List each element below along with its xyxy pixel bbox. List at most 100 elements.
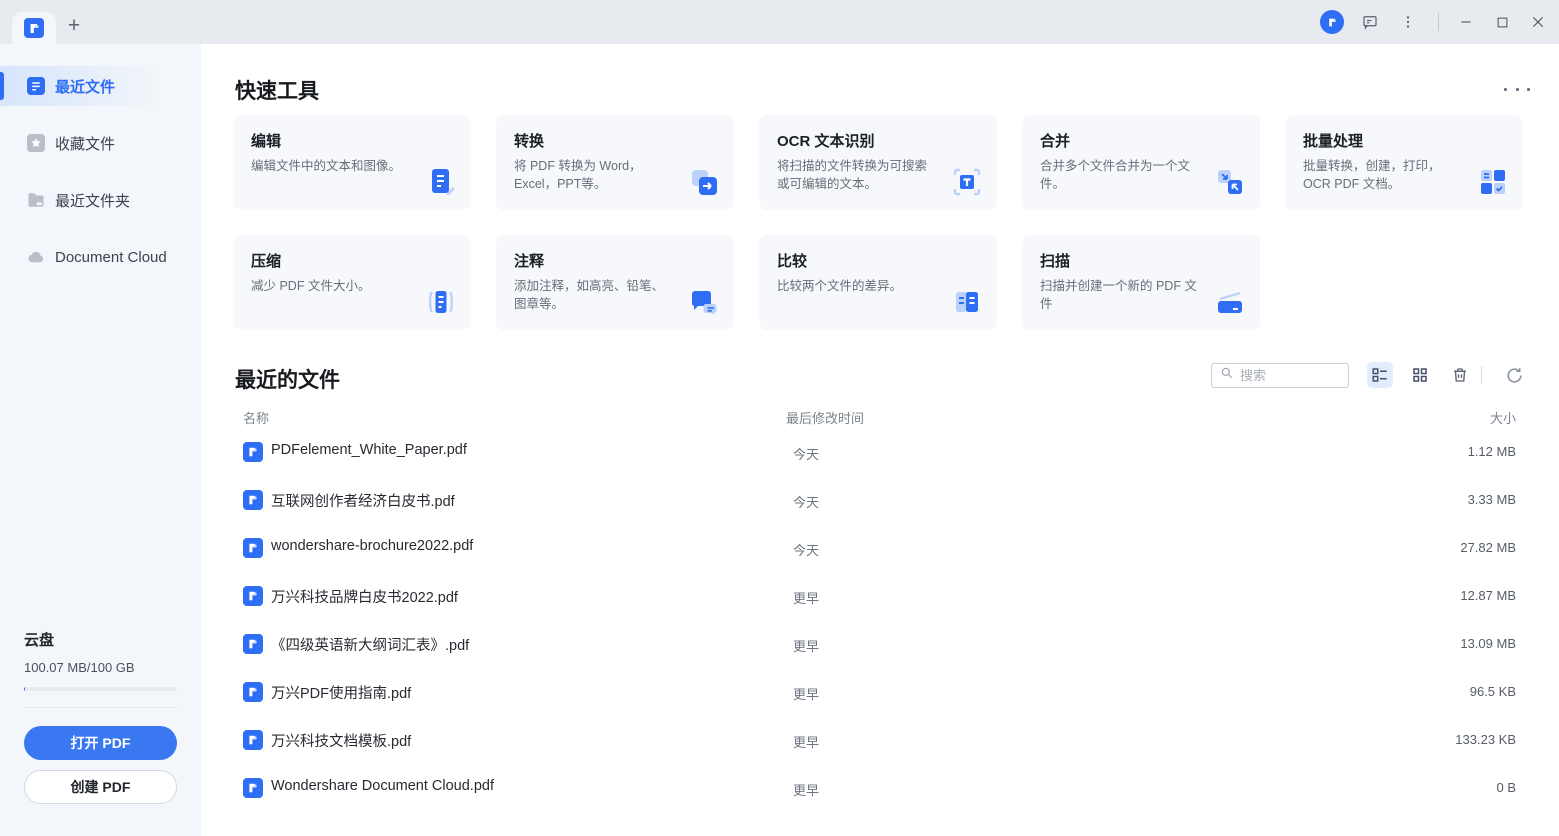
file-row[interactable]: 互联网创作者经济白皮书.pdf 今天 3.33 MB (201, 476, 1559, 524)
recent-files-header: 名称 最后修改时间 大小 (201, 408, 1559, 428)
sidebar-item-label: 最近文件夹 (55, 190, 130, 211)
file-size: 27.82 MB (1460, 540, 1516, 555)
grid-view-icon[interactable] (1407, 362, 1433, 388)
scan-icon (1214, 286, 1246, 318)
file-name: PDFelement_White_Paper.pdf (271, 442, 467, 458)
more-menu-icon[interactable] (1396, 10, 1420, 34)
file-name: 万兴科技品牌白皮书2022.pdf (271, 586, 458, 607)
merge-icon (1214, 166, 1246, 198)
card-description: 扫描并创建一个新的 PDF 文件 (1040, 277, 1200, 313)
file-name: 万兴PDF使用指南.pdf (271, 682, 411, 703)
quick-tool-card-annotate[interactable]: 注释添加注释，如高亮、铅笔、图章等。 (496, 235, 734, 330)
file-row[interactable]: 万兴科技文档模板.pdf更早133.23 KB (201, 716, 1559, 764)
card-description: 合并多个文件合并为一个文件。 (1040, 157, 1200, 193)
sidebar-divider (24, 707, 177, 708)
file-modified: 今天 (793, 492, 819, 511)
file-name: 互联网创作者经济白皮书.pdf (271, 490, 455, 511)
app-tab[interactable] (12, 12, 56, 44)
pdf-file-icon (243, 778, 263, 798)
annotate-icon (688, 286, 720, 318)
ocr-icon (951, 166, 983, 198)
pdf-file-icon (243, 682, 263, 702)
file-size: 3.33 MB (1468, 492, 1516, 507)
file-size: 13.09 MB (1460, 636, 1516, 651)
card-description: 比较两个文件的差异。 (777, 277, 937, 295)
minimize-button[interactable] (1451, 7, 1481, 37)
quick-tool-card-batch[interactable]: 批量处理批量转换，创建，打印，OCR PDF 文档。 (1285, 115, 1523, 210)
file-name: 《四级英语新大纲词汇表》.pdf (271, 634, 469, 655)
file-row[interactable]: wondershare-brochure2022.pdf 今天 27.82 MB (201, 524, 1559, 572)
close-button[interactable] (1523, 7, 1553, 37)
quick-tools-grid: 编辑编辑文件中的文本和图像。转换将 PDF 转换为 Word，Excel，PPT… (233, 115, 1523, 330)
file-row[interactable]: Wondershare Document Cloud.pdf更早0 B (201, 764, 1559, 812)
quick-tool-card-convert[interactable]: 转换将 PDF 转换为 Word，Excel，PPT等。 (496, 115, 734, 210)
convert-icon (688, 166, 720, 198)
sidebar-item-label: 最近文件 (55, 76, 115, 97)
sidebar-item-document-cloud[interactable]: Document Cloud (0, 237, 201, 277)
cloud-storage-progressbar (24, 687, 177, 691)
maximize-button[interactable] (1487, 7, 1517, 37)
file-row[interactable]: PDFelement_White_Paper.pdf今天1.12 MB (201, 428, 1559, 476)
list-view-icon[interactable] (1367, 362, 1393, 388)
toolbar-divider (1481, 366, 1482, 384)
file-size: 96.5 KB (1470, 684, 1516, 699)
sidebar-item-recent-folders[interactable]: 最近文件夹 (0, 180, 201, 220)
search-box[interactable] (1211, 363, 1349, 388)
search-icon (1220, 366, 1234, 385)
file-row[interactable]: 万兴PDF使用指南.pdf更早96.5 KB (201, 668, 1559, 716)
sidebar-item-recent-files[interactable]: 最近文件 (0, 66, 201, 106)
compress-icon (425, 286, 457, 318)
quick-tool-card-compare[interactable]: 比较比较两个文件的差异。 (759, 235, 997, 330)
quick-tool-card-ocr[interactable]: OCR 文本识别将扫描的文件转换为可搜索或可编辑的文本。 (759, 115, 997, 210)
recent-folders-icon (27, 191, 45, 209)
batch-icon (1477, 166, 1509, 198)
account-logo-icon[interactable] (1320, 10, 1344, 34)
quick-tool-card-compress[interactable]: 压缩减少 PDF 文件大小。 (233, 235, 471, 330)
sidebar-item-label: 收藏文件 (55, 133, 115, 154)
column-size: 大小 (1490, 408, 1516, 427)
create-pdf-button[interactable]: 创建 PDF (24, 770, 177, 804)
quick-tools-title: 快速工具 (235, 75, 319, 105)
refresh-icon[interactable] (1501, 362, 1527, 388)
titlebar: + (0, 0, 1559, 44)
file-name: Wondershare Document Cloud.pdf (271, 778, 494, 794)
file-size: 12.87 MB (1460, 588, 1516, 603)
file-size: 133.23 KB (1455, 732, 1516, 747)
file-row[interactable]: 《四级英语新大纲词汇表》.pdf更早13.09 MB (201, 620, 1559, 668)
cloud-storage-usage: 100.07 MB/100 GB (24, 660, 177, 675)
card-title: 批量处理 (1303, 130, 1505, 151)
active-indicator (0, 72, 4, 100)
quick-tools-more-icon[interactable] (1504, 82, 1530, 96)
quick-tool-card-edit[interactable]: 编辑编辑文件中的文本和图像。 (233, 115, 471, 210)
card-title: 压缩 (251, 250, 453, 271)
card-title: 扫描 (1040, 250, 1242, 271)
card-title: 转换 (514, 130, 716, 151)
pdfelement-logo-icon (24, 18, 44, 38)
card-description: 减少 PDF 文件大小。 (251, 277, 411, 295)
pdf-file-icon (243, 538, 263, 558)
card-description: 批量转换，创建，打印，OCR PDF 文档。 (1303, 157, 1463, 193)
open-pdf-button[interactable]: 打开 PDF (24, 726, 177, 760)
quick-tool-card-scan[interactable]: 扫描扫描并创建一个新的 PDF 文件 (1022, 235, 1260, 330)
card-description: 将扫描的文件转换为可搜索或可编辑的文本。 (777, 157, 937, 193)
trash-icon[interactable] (1447, 362, 1473, 388)
file-modified: 更早 (793, 732, 819, 751)
file-name: wondershare-brochure2022.pdf (271, 538, 473, 554)
card-description: 将 PDF 转换为 Word，Excel，PPT等。 (514, 157, 674, 193)
file-modified: 今天 (793, 444, 819, 463)
feedback-icon[interactable] (1358, 10, 1382, 34)
cloud-storage-title: 云盘 (24, 629, 177, 650)
file-modified: 更早 (793, 780, 819, 799)
sidebar-item-starred-files[interactable]: 收藏文件 (0, 123, 201, 163)
card-title: OCR 文本识别 (777, 130, 979, 151)
card-title: 注释 (514, 250, 716, 271)
file-modified: 今天 (793, 540, 819, 559)
recent-files-list: PDFelement_White_Paper.pdf今天1.12 MB互联网创作… (201, 428, 1559, 812)
search-input[interactable] (1240, 368, 1340, 383)
file-row[interactable]: 万兴科技品牌白皮书2022.pdf更早12.87 MB (201, 572, 1559, 620)
quick-tool-card-merge[interactable]: 合并合并多个文件合并为一个文件。 (1022, 115, 1260, 210)
card-description: 编辑文件中的文本和图像。 (251, 157, 411, 175)
card-title: 合并 (1040, 130, 1242, 151)
new-tab-button[interactable]: + (62, 14, 86, 38)
pdf-file-icon (243, 490, 263, 510)
